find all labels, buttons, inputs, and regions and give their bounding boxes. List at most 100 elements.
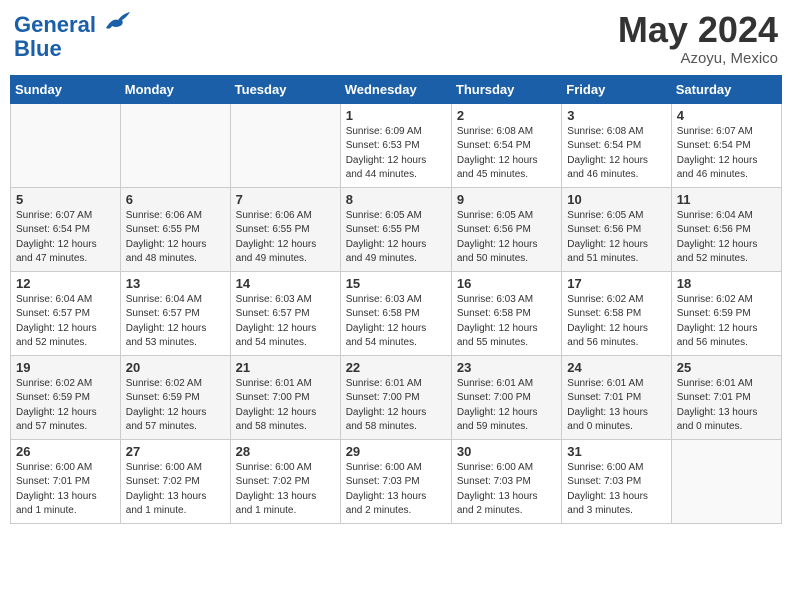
page-header: General Blue May 2024 Azoyu, Mexico <box>10 10 782 67</box>
calendar-cell: 12 Sunrise: 6:04 AM Sunset: 6:57 PM Dayli… <box>11 271 121 355</box>
calendar-cell: 17Sunrise: 6:02 AM Sunset: 6:58 PM Dayli… <box>562 271 671 355</box>
calendar-cell: 22 Sunrise: 6:01 AM Sunset: 7:00 PM Dayli… <box>340 355 451 439</box>
calendar-cell: 24 Sunrise: 6:01 AM Sunset: 7:01 PM Dayli… <box>562 355 671 439</box>
day-info: Sunrise: 6:08 AM Sunset: 6:54 PM Dayligh… <box>457 125 556 183</box>
day-info: Sunrise: 6:01 AM Sunset: 7:00 PM Dayligh… <box>457 377 556 435</box>
day-info: Sunrise: 6:05 AM Sunset: 6:56 PM Dayligh… <box>457 209 556 267</box>
calendar-cell: 2 Sunrise: 6:08 AM Sunset: 6:54 PM Daylig… <box>451 103 561 187</box>
day-info: Sunrise: 6:00 AM Sunset: 7:01 PM Dayligh… <box>16 461 115 519</box>
calendar-cell: 26 Sunrise: 6:00 AM Sunset: 7:01 PM Dayli… <box>11 439 121 523</box>
day-info: Sunrise: 6:01 AM Sunset: 7:00 PM Dayligh… <box>346 377 446 435</box>
day-info: Sunrise: 6:03 AM Sunset: 6:58 PM Dayligh… <box>457 293 556 351</box>
logo-general: General <box>14 12 96 37</box>
day-number: 19 <box>16 360 115 375</box>
calendar-cell: 5Sunrise: 6:07 AM Sunset: 6:54 PM Daylig… <box>11 187 121 271</box>
day-number: 10 <box>567 192 665 207</box>
calendar-week-row: 26 Sunrise: 6:00 AM Sunset: 7:01 PM Dayli… <box>11 439 782 523</box>
day-number: 30 <box>457 444 556 459</box>
calendar-cell: 10Sunrise: 6:05 AM Sunset: 6:56 PM Dayli… <box>562 187 671 271</box>
day-number: 29 <box>346 444 446 459</box>
calendar-cell: 6Sunrise: 6:06 AM Sunset: 6:55 PM Daylig… <box>120 187 230 271</box>
day-info: Sunrise: 6:02 AM Sunset: 6:59 PM Dayligh… <box>677 293 776 351</box>
day-number: 26 <box>16 444 115 459</box>
calendar-cell <box>120 103 230 187</box>
calendar-cell: 18Sunrise: 6:02 AM Sunset: 6:59 PM Dayli… <box>671 271 781 355</box>
day-number: 3 <box>567 108 665 123</box>
day-number: 27 <box>126 444 225 459</box>
weekday-header-monday: Monday <box>120 75 230 103</box>
day-info: Sunrise: 6:04 AM Sunset: 6:56 PM Dayligh… <box>677 209 776 267</box>
day-number: 28 <box>236 444 335 459</box>
calendar-cell: 11 Sunrise: 6:04 AM Sunset: 6:56 PM Dayli… <box>671 187 781 271</box>
day-info: Sunrise: 6:00 AM Sunset: 7:03 PM Dayligh… <box>567 461 665 519</box>
weekday-header-tuesday: Tuesday <box>230 75 340 103</box>
calendar-cell: 1 Sunrise: 6:09 AM Sunset: 6:53 PM Daylig… <box>340 103 451 187</box>
day-number: 11 <box>677 192 776 207</box>
day-number: 7 <box>236 192 335 207</box>
day-number: 14 <box>236 276 335 291</box>
calendar-week-row: 12 Sunrise: 6:04 AM Sunset: 6:57 PM Dayli… <box>11 271 782 355</box>
day-info: Sunrise: 6:03 AM Sunset: 6:58 PM Dayligh… <box>346 293 446 351</box>
day-number: 12 <box>16 276 115 291</box>
calendar-cell: 25Sunrise: 6:01 AM Sunset: 7:01 PM Dayli… <box>671 355 781 439</box>
day-info: Sunrise: 6:02 AM Sunset: 6:59 PM Dayligh… <box>126 377 225 435</box>
weekday-header-row: SundayMondayTuesdayWednesdayThursdayFrid… <box>11 75 782 103</box>
day-number: 2 <box>457 108 556 123</box>
calendar-cell: 8 Sunrise: 6:05 AM Sunset: 6:55 PM Daylig… <box>340 187 451 271</box>
day-number: 6 <box>126 192 225 207</box>
calendar-cell: 15 Sunrise: 6:03 AM Sunset: 6:58 PM Dayli… <box>340 271 451 355</box>
day-info: Sunrise: 6:00 AM Sunset: 7:03 PM Dayligh… <box>346 461 446 519</box>
day-number: 17 <box>567 276 665 291</box>
day-info: Sunrise: 6:01 AM Sunset: 7:01 PM Dayligh… <box>677 377 776 435</box>
logo-blue: Blue <box>14 36 62 61</box>
day-info: Sunrise: 6:05 AM Sunset: 6:55 PM Dayligh… <box>346 209 446 267</box>
day-info: Sunrise: 6:09 AM Sunset: 6:53 PM Dayligh… <box>346 125 446 183</box>
calendar-cell: 31 Sunrise: 6:00 AM Sunset: 7:03 PM Dayli… <box>562 439 671 523</box>
calendar-cell <box>671 439 781 523</box>
day-number: 1 <box>346 108 446 123</box>
calendar-cell: 27 Sunrise: 6:00 AM Sunset: 7:02 PM Dayli… <box>120 439 230 523</box>
weekday-header-wednesday: Wednesday <box>340 75 451 103</box>
calendar-cell: 29 Sunrise: 6:00 AM Sunset: 7:03 PM Dayli… <box>340 439 451 523</box>
day-info: Sunrise: 6:01 AM Sunset: 7:00 PM Dayligh… <box>236 377 335 435</box>
calendar-cell: 4Sunrise: 6:07 AM Sunset: 6:54 PM Daylig… <box>671 103 781 187</box>
month-year-title: May 2024 <box>618 10 778 50</box>
day-number: 8 <box>346 192 446 207</box>
day-number: 20 <box>126 360 225 375</box>
day-info: Sunrise: 6:00 AM Sunset: 7:03 PM Dayligh… <box>457 461 556 519</box>
day-info: Sunrise: 6:06 AM Sunset: 6:55 PM Dayligh… <box>236 209 335 267</box>
day-info: Sunrise: 6:00 AM Sunset: 7:02 PM Dayligh… <box>236 461 335 519</box>
day-info: Sunrise: 6:02 AM Sunset: 6:59 PM Dayligh… <box>16 377 115 435</box>
calendar-cell: 13 Sunrise: 6:04 AM Sunset: 6:57 PM Dayli… <box>120 271 230 355</box>
calendar-cell: 16 Sunrise: 6:03 AM Sunset: 6:58 PM Dayli… <box>451 271 561 355</box>
day-number: 24 <box>567 360 665 375</box>
day-info: Sunrise: 6:01 AM Sunset: 7:01 PM Dayligh… <box>567 377 665 435</box>
weekday-header-saturday: Saturday <box>671 75 781 103</box>
day-info: Sunrise: 6:04 AM Sunset: 6:57 PM Dayligh… <box>126 293 225 351</box>
day-info: Sunrise: 6:00 AM Sunset: 7:02 PM Dayligh… <box>126 461 225 519</box>
calendar-cell: 20 Sunrise: 6:02 AM Sunset: 6:59 PM Dayli… <box>120 355 230 439</box>
day-number: 13 <box>126 276 225 291</box>
day-info: Sunrise: 6:08 AM Sunset: 6:54 PM Dayligh… <box>567 125 665 183</box>
day-info: Sunrise: 6:04 AM Sunset: 6:57 PM Dayligh… <box>16 293 115 351</box>
calendar-cell: 9Sunrise: 6:05 AM Sunset: 6:56 PM Daylig… <box>451 187 561 271</box>
calendar-cell: 21 Sunrise: 6:01 AM Sunset: 7:00 PM Dayli… <box>230 355 340 439</box>
location-subtitle: Azoyu, Mexico <box>618 50 778 67</box>
day-number: 31 <box>567 444 665 459</box>
day-number: 4 <box>677 108 776 123</box>
calendar-cell: 23Sunrise: 6:01 AM Sunset: 7:00 PM Dayli… <box>451 355 561 439</box>
calendar-cell: 28 Sunrise: 6:00 AM Sunset: 7:02 PM Dayli… <box>230 439 340 523</box>
weekday-header-sunday: Sunday <box>11 75 121 103</box>
day-number: 15 <box>346 276 446 291</box>
day-number: 22 <box>346 360 446 375</box>
calendar-cell: 19 Sunrise: 6:02 AM Sunset: 6:59 PM Dayli… <box>11 355 121 439</box>
weekday-header-friday: Friday <box>562 75 671 103</box>
calendar-cell: 30 Sunrise: 6:00 AM Sunset: 7:03 PM Dayli… <box>451 439 561 523</box>
day-number: 16 <box>457 276 556 291</box>
calendar-cell: 14Sunrise: 6:03 AM Sunset: 6:57 PM Dayli… <box>230 271 340 355</box>
day-number: 21 <box>236 360 335 375</box>
calendar-week-row: 5Sunrise: 6:07 AM Sunset: 6:54 PM Daylig… <box>11 187 782 271</box>
day-number: 5 <box>16 192 115 207</box>
calendar-cell: 7 Sunrise: 6:06 AM Sunset: 6:55 PM Daylig… <box>230 187 340 271</box>
logo-bird-icon <box>104 10 132 32</box>
